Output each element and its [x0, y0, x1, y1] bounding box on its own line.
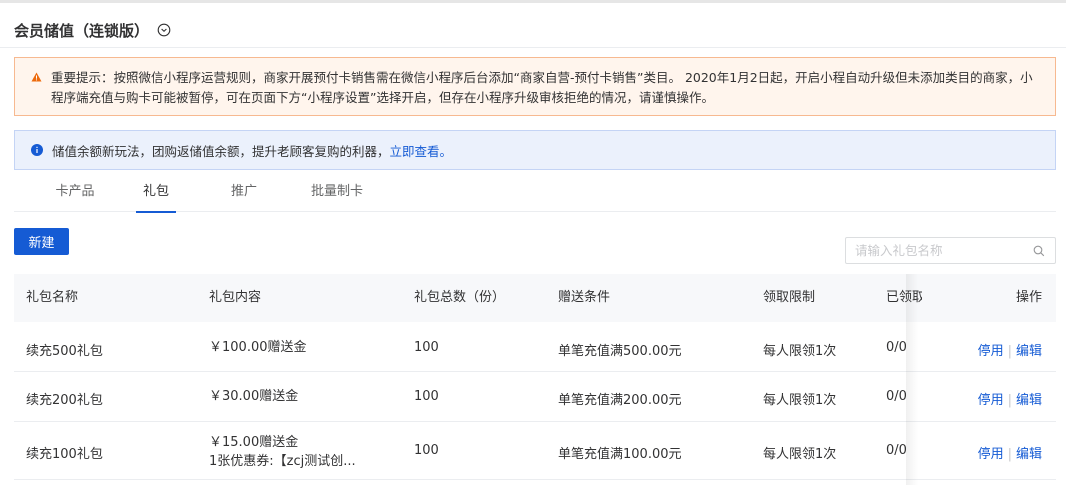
- warning-text: 重要提示：按照微信小程序运营规则，商家开展预付卡销售需在微信小程序后台添加“商家…: [51, 70, 1033, 105]
- col-gift-condition: 赠送条件: [558, 290, 611, 305]
- new-button[interactable]: 新建: [14, 228, 69, 255]
- table-header: 礼包名称 礼包内容 礼包总数（份） 赠送条件 领取限制 已领取 操作: [14, 274, 1056, 322]
- view-now-link[interactable]: 立即查看。: [390, 141, 453, 160]
- info-notice: 储值余额新玩法，团购返储值余额，提升老顾客复购的利器， 立即查看。: [14, 130, 1056, 170]
- tab-promotion[interactable]: 推广: [230, 176, 258, 212]
- search-input[interactable]: [855, 243, 1027, 258]
- table-row: 续充500礼包 ￥100.00赠送金 100 单笔充值满500.00元 每人限领…: [14, 322, 1056, 372]
- claim-limit: 每人限领1次: [763, 344, 837, 359]
- page-title: 会员储值（连锁版）: [14, 21, 150, 40]
- warning-triangle-icon: [31, 71, 42, 82]
- tab-card-products[interactable]: 卡产品: [54, 176, 96, 212]
- page-header: 会员储值（连锁版）: [14, 18, 171, 42]
- action-separator: |: [1007, 447, 1012, 462]
- chevron-down-circle-icon[interactable]: [157, 23, 171, 37]
- pack-name: 续充100礼包: [26, 447, 103, 462]
- disable-button[interactable]: 停用: [978, 393, 1004, 408]
- gift-pack-table: 礼包名称 礼包内容 礼包总数（份） 赠送条件 领取限制 已领取 操作 续充500…: [14, 274, 1056, 480]
- row-actions: 停用 | 编辑: [978, 389, 1042, 408]
- row-actions: 停用 | 编辑: [978, 340, 1042, 359]
- table-row: 续充200礼包 ￥30.00赠送金 100 单笔充值满200.00元 每人限领1…: [14, 372, 1056, 422]
- pack-name: 续充500礼包: [26, 344, 103, 359]
- col-claim-limit: 领取限制: [763, 290, 816, 305]
- claimed-count: 0/0: [886, 340, 907, 355]
- col-pack-name: 礼包名称: [26, 290, 79, 305]
- col-actions: 操作: [1015, 290, 1042, 305]
- pack-content: ￥15.00赠送金: [209, 435, 299, 450]
- pack-total: 100: [414, 443, 439, 458]
- gift-condition: 单笔充值满100.00元: [558, 447, 682, 462]
- disable-button[interactable]: 停用: [978, 447, 1004, 462]
- col-pack-content: 礼包内容: [209, 290, 262, 305]
- claim-limit: 每人限领1次: [763, 447, 837, 462]
- header-divider: [0, 47, 1066, 48]
- info-text: 储值余额新玩法，团购返储值余额，提升老顾客复购的利器，: [52, 143, 390, 159]
- col-pack-total: 礼包总数（份）: [414, 290, 506, 305]
- claimed-count: 0/0: [886, 443, 907, 458]
- claim-limit: 每人限领1次: [763, 393, 837, 408]
- tab-bar: 卡产品 礼包 推广 批量制卡: [14, 176, 1056, 213]
- edit-button[interactable]: 编辑: [1016, 344, 1042, 359]
- action-separator: |: [1007, 344, 1012, 359]
- claimed-count: 0/0: [886, 389, 907, 404]
- col-claimed: 已领取: [886, 290, 922, 305]
- pack-content: ￥30.00赠送金: [209, 389, 299, 404]
- table-row: 续充100礼包 ￥15.00赠送金 1张优惠券:【zcj测试创... 100 单…: [14, 422, 1056, 480]
- tab-batch-card[interactable]: 批量制卡: [311, 176, 363, 212]
- top-border: [0, 0, 1066, 3]
- edit-button[interactable]: 编辑: [1016, 447, 1042, 462]
- gift-condition: 单笔充值满500.00元: [558, 344, 682, 359]
- gift-condition: 单笔充值满200.00元: [558, 393, 682, 408]
- warning-notice: 重要提示：按照微信小程序运营规则，商家开展预付卡销售需在微信小程序后台添加“商家…: [14, 57, 1056, 116]
- info-circle-icon: [31, 144, 43, 156]
- row-actions: 停用 | 编辑: [978, 443, 1042, 462]
- tab-gift-packs[interactable]: 礼包: [136, 176, 176, 213]
- pack-name: 续充200礼包: [26, 393, 103, 408]
- disable-button[interactable]: 停用: [978, 344, 1004, 359]
- pack-coupon: 1张优惠券:【zcj测试创...: [209, 454, 356, 469]
- action-separator: |: [1007, 393, 1012, 408]
- pack-total: 100: [414, 340, 439, 355]
- pack-content: ￥100.00赠送金: [209, 340, 307, 355]
- search-box: [845, 237, 1056, 264]
- edit-button[interactable]: 编辑: [1016, 393, 1042, 408]
- search-icon[interactable]: [1033, 245, 1045, 257]
- pack-total: 100: [414, 389, 439, 404]
